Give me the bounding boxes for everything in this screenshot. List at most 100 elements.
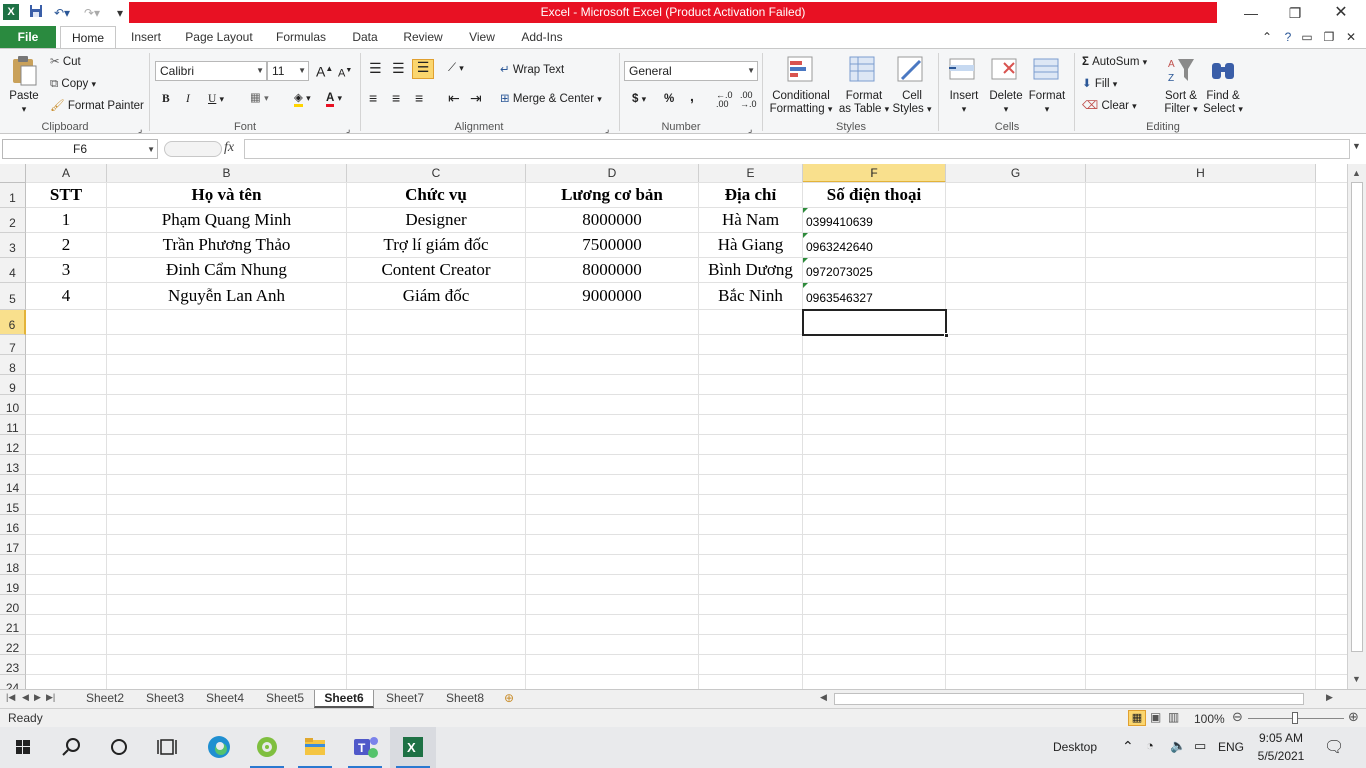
cell-b4[interactable]: Đinh Cẩm Nhung [107, 258, 346, 283]
font-color-icon[interactable]: A ▾ [326, 91, 342, 107]
tab-data[interactable]: Data [344, 26, 386, 49]
cell-d1[interactable]: Lương cơ bản [526, 183, 698, 208]
coccoc-browser-icon[interactable] [244, 727, 290, 768]
zoom-slider[interactable] [1248, 712, 1344, 724]
collapse-ribbon-icon[interactable]: ⌃ [1260, 26, 1274, 49]
number-launcher-icon[interactable]: ⌟ [748, 122, 752, 136]
speaker-icon[interactable]: 🔈 [1170, 738, 1186, 754]
copy-button[interactable]: ⧉ Copy ▾ [50, 77, 96, 91]
cell-d4[interactable]: 8000000 [526, 258, 698, 283]
align-bottom-icon[interactable]: ☰ [412, 59, 434, 79]
cell-b3[interactable]: Trần Phương Thảo [107, 233, 346, 258]
column-header-f[interactable]: F [803, 164, 946, 183]
row-header-23[interactable]: 23 [0, 655, 26, 675]
align-right-icon[interactable]: ≡ [415, 91, 423, 105]
row-header-3[interactable]: 3 [0, 233, 26, 258]
row-header-22[interactable]: 22 [0, 635, 26, 655]
cell-b1[interactable]: Họ và tên [107, 183, 346, 208]
cell-e3[interactable]: Hà Giang [699, 233, 802, 258]
cell-f1[interactable]: Số điện thoại [803, 183, 945, 208]
cell-e4[interactable]: Bình Dương [699, 258, 802, 283]
horizontal-scrollbar[interactable]: ◀ ▶ [806, 691, 1346, 707]
row-header-14[interactable]: 14 [0, 475, 26, 495]
underline-button[interactable]: U ▾ [208, 92, 224, 106]
page-layout-view-icon[interactable]: ▣ [1150, 710, 1161, 724]
close-button[interactable]: ✕ [1318, 0, 1364, 26]
row-header-4[interactable]: 4 [0, 258, 26, 283]
battery-icon[interactable]: ▭ [1194, 738, 1206, 754]
cell-c2[interactable]: Designer [347, 208, 525, 233]
sheet-tab-sheet4[interactable]: Sheet4 [196, 690, 254, 708]
row-header-1[interactable]: 1 [0, 183, 26, 208]
format-painter-button[interactable]: 🖌 Format Painter [50, 99, 144, 113]
delete-cells-icon[interactable] [990, 55, 1020, 85]
row-header-21[interactable]: 21 [0, 615, 26, 635]
delete-button[interactable]: Delete ▾ [986, 90, 1026, 116]
scroll-up-icon[interactable]: ▲ [1352, 168, 1361, 178]
row-header-2[interactable]: 2 [0, 208, 26, 233]
cell-a1[interactable]: STT [26, 183, 106, 208]
active-cell-selection[interactable] [802, 309, 949, 338]
excel-app-icon[interactable]: X [3, 4, 19, 20]
cell-d5[interactable]: 9000000 [526, 283, 698, 310]
undo-icon[interactable]: ↶▾ [50, 4, 74, 22]
row-header-17[interactable]: 17 [0, 535, 26, 555]
comma-button[interactable]: , [690, 89, 694, 103]
clock-time[interactable]: 9:05 AM [1256, 731, 1306, 745]
help-icon[interactable]: ? [1280, 26, 1296, 49]
restore-button[interactable]: ❐ [1272, 0, 1318, 26]
format-cells-icon[interactable] [1032, 55, 1062, 85]
cell-c3[interactable]: Trợ lí giám đốc [347, 233, 525, 258]
edge-browser-icon[interactable] [196, 727, 242, 768]
row-header-9[interactable]: 9 [0, 375, 26, 395]
align-center-icon[interactable]: ≡ [392, 91, 400, 105]
fill-handle[interactable] [944, 333, 949, 338]
tab-home[interactable]: Home [60, 26, 116, 50]
cell-styles-button[interactable]: Cell Styles ▾ [890, 90, 934, 116]
row-header-20[interactable]: 20 [0, 595, 26, 615]
column-header-b[interactable]: B [107, 164, 347, 183]
percent-button[interactable]: % [664, 92, 674, 106]
cell-b5[interactable]: Nguyễn Lan Anh [107, 283, 346, 310]
cut-button[interactable]: ✂ Cut [50, 55, 81, 69]
increase-decimal-icon[interactable]: ←.0.00 [716, 91, 733, 109]
tab-review[interactable]: Review [396, 26, 450, 49]
sheet-tab-sheet5[interactable]: Sheet5 [256, 690, 314, 708]
find-select-button[interactable]: Find & Select ▾ [1202, 90, 1244, 116]
horizontal-scroll-thumb[interactable] [834, 693, 1304, 705]
tab-formulas[interactable]: Formulas [268, 26, 334, 49]
save-icon[interactable] [28, 4, 44, 22]
worksheet-grid[interactable]: ABCDEFGH 1 2 3 4 5 6 7 8 9 10 11 12 13 14 15 16 17 18 19 20… [0, 164, 1347, 690]
sheet-nav-prev-icon[interactable]: ◀ [22, 692, 29, 703]
cell-e1[interactable]: Địa chỉ [699, 183, 802, 208]
cell-styles-icon[interactable] [896, 55, 926, 85]
wrap-text-button[interactable]: ↵ Wrap Text [500, 63, 564, 77]
column-header-a[interactable]: A [26, 164, 107, 183]
format-as-table-icon[interactable] [848, 55, 878, 85]
show-hidden-icons[interactable]: ⌃ [1122, 738, 1134, 755]
align-left-icon[interactable]: ≡ [369, 91, 377, 105]
teams-icon[interactable]: T [342, 727, 388, 768]
zoom-in-icon[interactable]: ⊕ [1348, 709, 1359, 725]
network-icon[interactable]: ◔ [1146, 738, 1154, 753]
font-name-combo[interactable]: Calibri ▼ [155, 61, 267, 81]
notification-icon[interactable]: 🗨 [1324, 737, 1344, 757]
alignment-launcher-icon[interactable]: ⌟ [605, 122, 609, 136]
formula-bar-splitter[interactable] [164, 141, 222, 157]
cell-c5[interactable]: Giám đốc [347, 283, 525, 310]
format-button[interactable]: Format ▾ [1026, 90, 1068, 116]
expand-formula-icon[interactable]: ▼ [1352, 141, 1361, 151]
sheet-tab-sheet8[interactable]: Sheet8 [436, 690, 494, 708]
normal-view-icon[interactable]: ▦ [1128, 710, 1146, 726]
number-format-combo[interactable]: General ▼ [624, 61, 758, 81]
column-header-d[interactable]: D [526, 164, 699, 183]
clear-button[interactable]: ⌫ Clear ▾ [1082, 99, 1137, 113]
row-header-5[interactable]: 5 [0, 283, 26, 310]
insert-cells-icon[interactable] [948, 55, 978, 85]
cell-f5[interactable]: 0963546327 [803, 283, 945, 310]
decrease-decimal-icon[interactable]: .00 →.0 [740, 91, 757, 109]
row-header-7[interactable]: 7 [0, 335, 26, 355]
bold-button[interactable]: B [162, 92, 170, 106]
page-break-view-icon[interactable]: ▥ [1168, 710, 1179, 724]
row-header-10[interactable]: 10 [0, 395, 26, 415]
